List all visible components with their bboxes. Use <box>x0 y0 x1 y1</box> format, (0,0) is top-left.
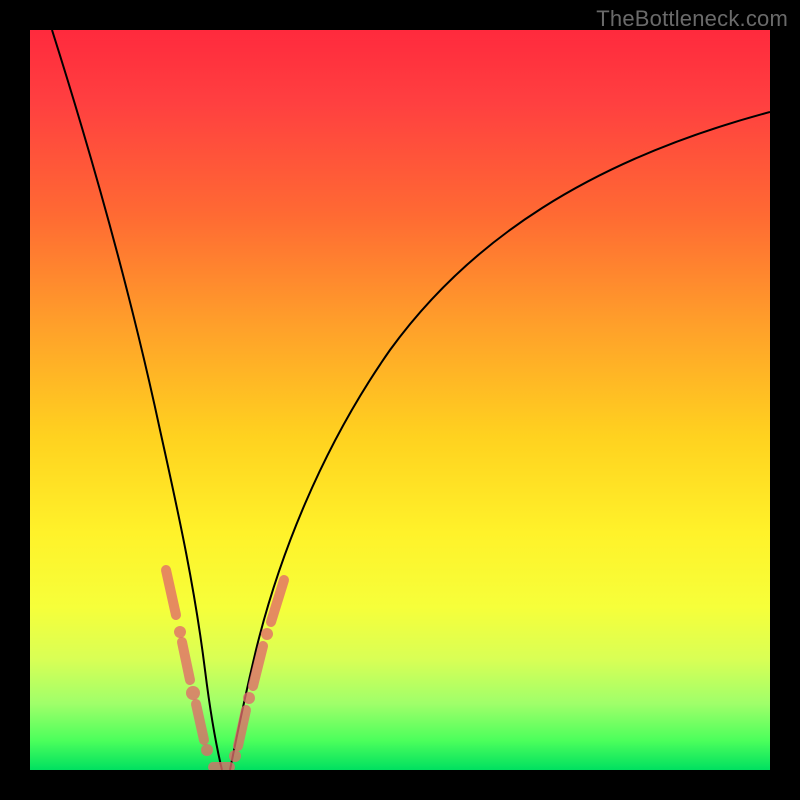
marker-right-1 <box>238 710 246 746</box>
marker-right-3 <box>271 580 284 622</box>
chart-frame: TheBottleneck.com <box>0 0 800 800</box>
plot-area <box>30 30 770 770</box>
marker-right-dot-1 <box>243 692 255 704</box>
marker-left-dot-3 <box>201 744 213 756</box>
marker-left-dot-1 <box>174 626 186 638</box>
curves-svg <box>30 30 770 770</box>
marker-right-dot-0 <box>229 750 241 762</box>
marker-left-dot-2 <box>186 686 200 700</box>
curve-right <box>230 112 770 770</box>
marker-left-2 <box>182 642 190 680</box>
marker-left-1 <box>166 570 176 615</box>
curve-left <box>52 30 222 770</box>
marker-right-dot-2 <box>261 628 273 640</box>
watermark-text: TheBottleneck.com <box>596 6 788 32</box>
marker-left-3 <box>196 704 204 740</box>
